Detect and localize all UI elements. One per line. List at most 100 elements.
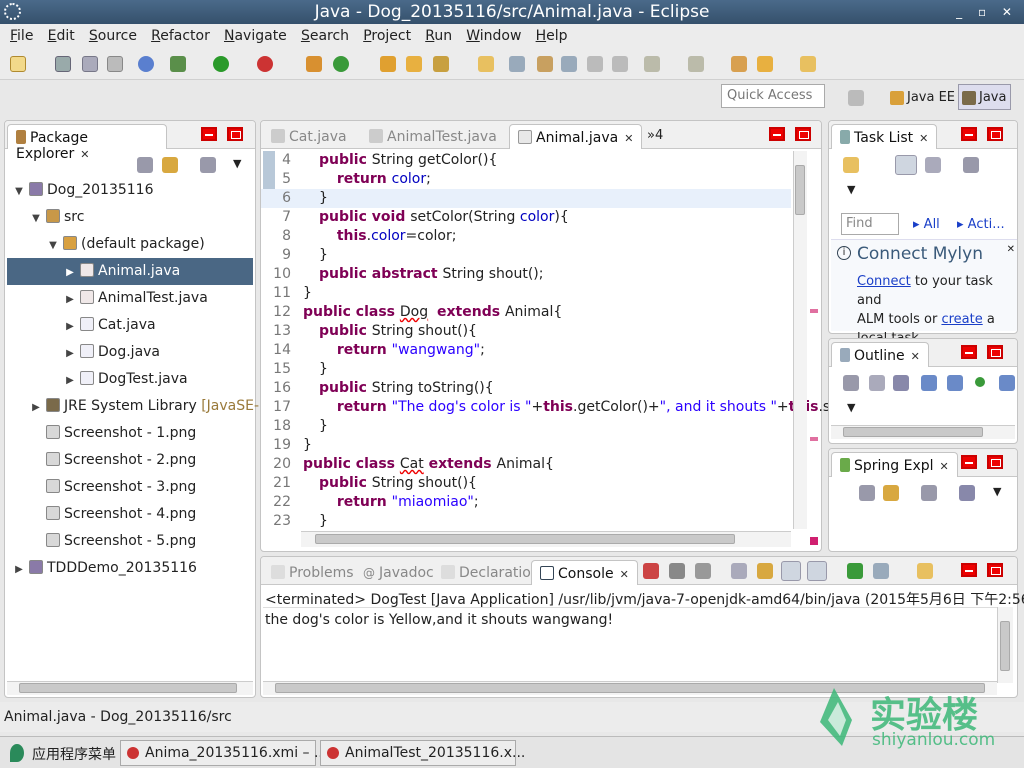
hscroll-thumb[interactable]	[843, 427, 983, 437]
tree-item[interactable]: Screenshot - 1.png	[7, 420, 253, 447]
remove-launch-icon[interactable]	[669, 563, 685, 579]
editor-vscroll[interactable]	[793, 151, 807, 529]
filter-all-link[interactable]: ▸ All	[913, 217, 940, 232]
minimize-button[interactable]	[961, 563, 977, 577]
maximize-button[interactable]	[987, 563, 1003, 577]
close-icon[interactable]: ✕	[911, 350, 920, 363]
last-edit-icon[interactable]	[731, 56, 747, 72]
focus-icon[interactable]	[963, 157, 979, 173]
new-task-icon[interactable]	[843, 157, 859, 173]
tab-animaltest-java[interactable]: AnimalTest.java	[361, 124, 505, 149]
menu-edit[interactable]: Edit	[38, 24, 75, 44]
hide-nonpublic-icon[interactable]	[975, 377, 985, 387]
maximize-button[interactable]	[795, 127, 811, 141]
perspective-java-ee[interactable]: Java EE	[886, 84, 960, 110]
scroll-lock-icon[interactable]	[757, 563, 773, 579]
tab-animal-java[interactable]: Animal.java ✕	[509, 124, 643, 149]
tree-item[interactable]: Screenshot - 2.png	[7, 447, 253, 474]
pin-console-icon[interactable]	[847, 563, 863, 579]
minimize-button[interactable]	[961, 127, 977, 141]
filter-active-link[interactable]: ▸ Acti...	[957, 217, 1005, 232]
print-icon[interactable]	[107, 56, 123, 72]
scheduled-icon[interactable]	[925, 157, 941, 173]
connect-link[interactable]: Connect	[857, 274, 911, 289]
mark-occurrences-icon[interactable]	[537, 56, 553, 72]
code-line[interactable]: 12 public class Dog extends Animal{	[261, 303, 791, 322]
code-line[interactable]: 11}	[261, 284, 791, 303]
vscroll-thumb[interactable]	[1000, 621, 1010, 671]
minimize-button[interactable]	[961, 455, 977, 469]
tab-task-list[interactable]: Task List ✕	[831, 124, 938, 149]
code-line[interactable]: 19}	[261, 436, 791, 455]
tree-item[interactable]: ▶ Cat.java	[7, 312, 253, 339]
hide-local-types-icon[interactable]	[999, 375, 1015, 391]
annotation-icon[interactable]	[509, 56, 525, 72]
menu-navigate[interactable]: Navigate	[214, 24, 287, 44]
code-line[interactable]: 20 public class Cat extends Animal{	[261, 455, 791, 474]
open-type-icon[interactable]	[380, 56, 396, 72]
link-with-editor-icon[interactable]	[883, 485, 899, 501]
tree-item[interactable]: ▶ JRE System Library [JavaSE-1.7]	[7, 393, 287, 420]
external-tools-icon[interactable]	[257, 56, 273, 72]
display-console-icon[interactable]	[873, 563, 889, 579]
new-class-icon[interactable]	[333, 56, 349, 72]
view-menu-icon[interactable]: ▼	[233, 157, 241, 170]
collapse-all-icon[interactable]	[869, 375, 885, 391]
tab-problems[interactable]: Problems	[263, 560, 362, 585]
editor-hscroll[interactable]	[301, 531, 791, 547]
maximize-button[interactable]	[987, 455, 1003, 469]
taskbar-item-animaltest[interactable]: AnimalTest_20135116.x...	[320, 740, 525, 766]
tree-item[interactable]: Screenshot - 5.png	[7, 528, 253, 555]
remove-all-icon[interactable]	[695, 563, 711, 579]
save-all-icon[interactable]	[82, 56, 98, 72]
package-explorer-hscroll[interactable]	[7, 681, 253, 695]
filter-icon[interactable]	[200, 157, 216, 173]
hide-static-icon[interactable]	[947, 375, 963, 391]
tree-item[interactable]: ▶ TDDDemo_20135116	[7, 555, 253, 582]
open-perspective-icon[interactable]	[848, 90, 864, 106]
error-summary-marker[interactable]	[810, 537, 818, 545]
minimize-button[interactable]	[961, 345, 977, 359]
code-line[interactable]: 14 return "wangwang";	[261, 341, 791, 360]
tree-item[interactable]: ▶ AnimalTest.java	[7, 285, 253, 312]
expand-twisty-icon[interactable]: ▼	[13, 178, 25, 205]
hscroll-thumb[interactable]	[315, 534, 735, 544]
menu-project[interactable]: Project	[353, 24, 411, 44]
view-menu-icon[interactable]: ▼	[847, 401, 855, 414]
tab-package-explorer[interactable]: Package Explorer ✕	[7, 124, 167, 162]
tree-item[interactable]: ▶ Animal.java	[7, 258, 253, 285]
back-icon[interactable]	[757, 56, 773, 72]
clear-console-icon[interactable]	[731, 563, 747, 579]
tab-console[interactable]: Console ✕	[531, 560, 638, 585]
outline-filter-icon[interactable]	[843, 375, 859, 391]
taskbar-item-xmi[interactable]: Anima_20135116.xmi – ...	[120, 740, 327, 766]
code-line[interactable]: 15}	[261, 360, 791, 379]
code-line[interactable]: 8 this.color=color;	[261, 227, 791, 246]
vscroll-thumb[interactable]	[795, 165, 805, 215]
new-icon[interactable]	[10, 56, 26, 72]
menu-file[interactable]: File	[0, 24, 33, 44]
terminate-icon[interactable]	[643, 563, 659, 579]
view-menu-icon[interactable]: ▼	[847, 183, 855, 196]
open-task-icon[interactable]	[478, 56, 494, 72]
view-menu-icon[interactable]: ▼	[993, 485, 1001, 498]
code-line[interactable]: 23}	[261, 512, 791, 531]
collapse-twisty-icon[interactable]: ▶	[64, 286, 76, 313]
collapse-twisty-icon[interactable]: ▶	[64, 259, 76, 286]
collapse-all-icon[interactable]	[137, 157, 153, 173]
forward-icon[interactable]	[800, 56, 816, 72]
search-tool-icon[interactable]	[433, 56, 449, 72]
code-editor[interactable]: 4 public String getColor(){5 return color…	[261, 151, 857, 535]
next-annotation-icon[interactable]	[644, 56, 660, 72]
maximize-button[interactable]	[227, 127, 243, 141]
tree-item[interactable]: ▼ (default package)	[7, 231, 253, 258]
maximize-button[interactable]	[987, 345, 1003, 359]
open-folder-icon[interactable]	[406, 56, 422, 72]
tree-item[interactable]: Screenshot - 3.png	[7, 474, 253, 501]
tab-outline[interactable]: Outline ✕	[831, 342, 929, 367]
hide-fields-icon[interactable]	[921, 375, 937, 391]
save-icon[interactable]	[55, 56, 71, 72]
console-vscroll[interactable]	[997, 607, 1013, 683]
tree-item[interactable]: Screenshot - 4.png	[7, 501, 253, 528]
new-java-project-icon[interactable]	[306, 56, 322, 72]
